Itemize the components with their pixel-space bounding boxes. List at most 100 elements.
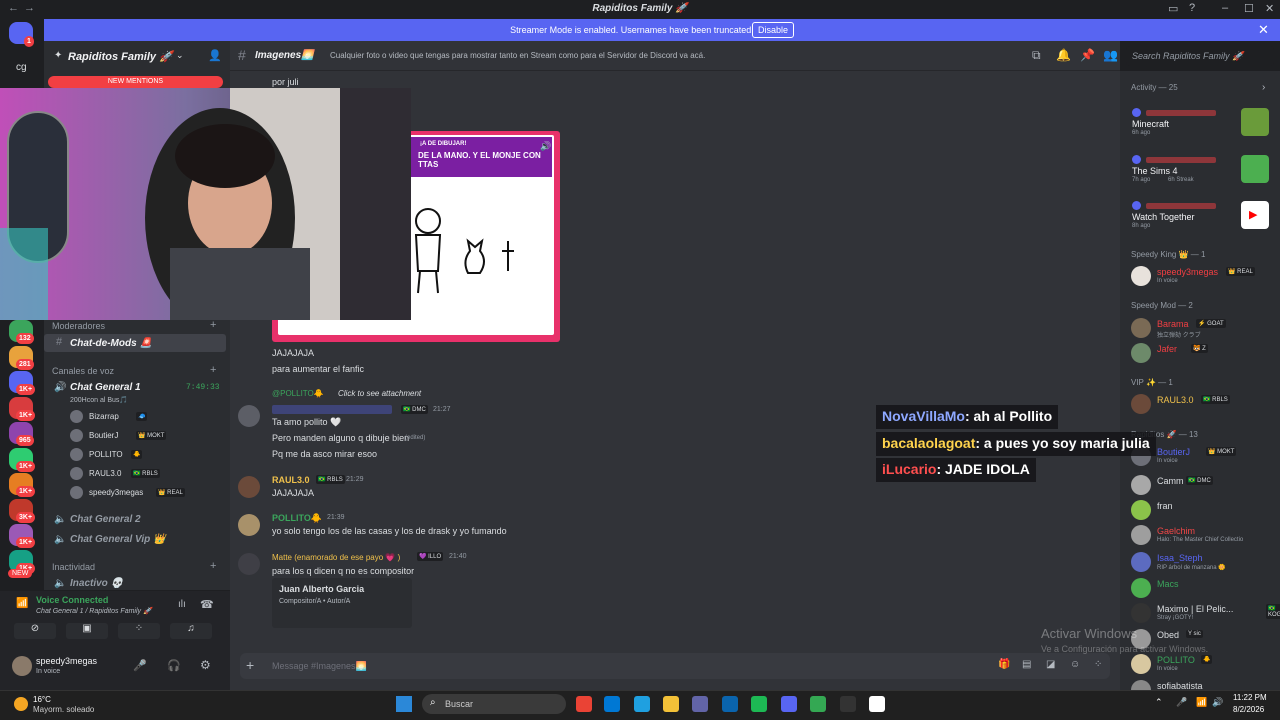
wifi-icon[interactable]: 📶 <box>1196 697 1207 708</box>
clock-time[interactable]: 11:22 PM <box>1233 693 1267 702</box>
truncated-username[interactable] <box>1146 203 1216 209</box>
avatar[interactable] <box>1131 266 1151 286</box>
gif-icon[interactable]: ▤ <box>1022 659 1031 670</box>
member-name[interactable]: Jafer <box>1157 344 1177 354</box>
message-composer[interactable]: + Message #Imagenes🌅 🎁 ▤ ◪ ☺ ⁘ <box>240 653 1110 679</box>
file-explorer-icon[interactable] <box>663 696 679 712</box>
member-name[interactable]: Obed <box>1157 630 1179 640</box>
avatar[interactable] <box>70 467 83 480</box>
camera-off-button[interactable]: ⊘ <box>14 623 56 639</box>
clock-date[interactable]: 8/2/2026 <box>1233 705 1264 714</box>
voice-user-name[interactable]: RAUL3.0 <box>89 469 121 478</box>
members-icon[interactable]: 👥 <box>1103 48 1118 62</box>
store-icon[interactable] <box>604 696 620 712</box>
avatar[interactable] <box>1131 603 1151 623</box>
apps-icon[interactable]: ⁘ <box>1094 659 1102 670</box>
start-windows-icon[interactable] <box>396 696 412 712</box>
chrome-icon[interactable] <box>576 696 592 712</box>
edge-icon[interactable] <box>634 696 650 712</box>
add-voice-channel-icon[interactable]: + <box>210 364 216 376</box>
spotify-icon[interactable] <box>751 696 767 712</box>
avatar[interactable] <box>1131 525 1151 545</box>
channel-topic[interactable]: Cualquier foto o video que tengas para m… <box>330 51 705 60</box>
member-name[interactable]: Gaelchim <box>1157 526 1195 536</box>
reply-text[interactable]: Click to see attachment <box>338 389 421 398</box>
add-attachment-icon[interactable]: + <box>246 657 254 673</box>
activity-title[interactable]: Minecraft <box>1132 119 1169 129</box>
avatar[interactable] <box>1131 552 1151 572</box>
member-name[interactable]: fran <box>1157 501 1173 511</box>
disconnect-icon[interactable]: ☎ <box>200 598 214 611</box>
avatar[interactable] <box>1131 578 1151 598</box>
truncated-username[interactable] <box>272 405 392 414</box>
emoji-icon[interactable]: ☺ <box>1070 659 1080 670</box>
chrome-profile-icon[interactable] <box>810 696 826 712</box>
maximize-icon[interactable]: ☐ <box>1244 2 1254 15</box>
disable-button[interactable]: Disable <box>752 22 794 38</box>
image-attachment[interactable]: Juan Alberto Garcia Compositor/A • Autor… <box>272 578 412 628</box>
add-user-icon[interactable]: 👤 <box>208 49 222 62</box>
voice-user-name[interactable]: Bizarrap <box>89 412 119 421</box>
volume-tray-icon[interactable]: 🔊 <box>1212 697 1223 708</box>
obs-icon[interactable] <box>840 696 856 712</box>
avatar[interactable] <box>1131 475 1151 495</box>
voice-user-name[interactable]: POLLITO <box>89 450 123 459</box>
help-icon[interactable]: ? <box>1189 2 1195 14</box>
avatar[interactable] <box>1132 108 1141 117</box>
member-name[interactable]: Isaa_Steph <box>1157 553 1203 563</box>
threads-icon[interactable]: ⧉ <box>1032 48 1041 63</box>
avatar[interactable] <box>70 410 83 423</box>
pin-icon[interactable]: 📌 <box>1080 48 1095 62</box>
soundboard-button[interactable]: ♫ <box>170 623 212 639</box>
chevron-up-icon[interactable]: ⌃ <box>1155 697 1163 708</box>
avatar[interactable] <box>1131 654 1151 674</box>
volume-icon[interactable]: 🔊 <box>540 141 551 152</box>
avatar[interactable] <box>1131 500 1151 520</box>
settings-gear-icon[interactable]: ⚙ <box>200 658 211 672</box>
chevron-right-icon[interactable]: › <box>1262 82 1265 93</box>
avatar[interactable] <box>1131 318 1151 338</box>
member-name[interactable]: speedy3megas <box>1157 267 1218 277</box>
activities-button[interactable]: ⁘ <box>118 623 160 639</box>
close-banner-icon[interactable]: ✕ <box>1258 22 1269 38</box>
category-moderadores[interactable]: Moderadores <box>52 321 105 331</box>
member-name[interactable]: Barama <box>1157 319 1189 329</box>
add-channel-icon[interactable]: + <box>210 560 216 572</box>
reply-username[interactable]: @POLLITO🐥 <box>272 389 324 398</box>
member-name[interactable]: BoutierJ <box>1157 447 1190 457</box>
avatar[interactable] <box>70 486 83 499</box>
avatar[interactable] <box>1131 343 1151 363</box>
avatar[interactable] <box>238 405 260 427</box>
category-canales-de-voz[interactable]: Canales de voz <box>52 366 114 376</box>
mail-icon[interactable] <box>722 696 738 712</box>
member-name[interactable]: Macs <box>1157 579 1179 589</box>
voice-channel-chat-general-vip[interactable]: Chat General Vip 👑 <box>70 534 165 545</box>
minimize-icon[interactable]: – <box>1222 2 1228 14</box>
gift-icon[interactable]: 🎁 <box>998 659 1010 670</box>
truncated-username[interactable] <box>1146 157 1216 163</box>
activity-thumbnail[interactable] <box>1241 108 1269 136</box>
truncated-username[interactable] <box>1146 110 1216 116</box>
noise-suppression-icon[interactable]: ılı <box>178 599 186 610</box>
avatar[interactable] <box>238 514 260 536</box>
activity-thumbnail[interactable] <box>1241 155 1269 183</box>
close-window-icon[interactable]: ✕ <box>1265 2 1274 15</box>
headphones-icon[interactable]: 🎧 <box>167 659 181 672</box>
microphone-tray-icon[interactable]: 🎤 <box>1176 697 1187 708</box>
sticker-icon[interactable]: ◪ <box>1046 659 1055 670</box>
teams-icon[interactable] <box>692 696 708 712</box>
weather-icon[interactable] <box>14 697 28 711</box>
notification-bell-icon[interactable]: 🔔 <box>1056 48 1071 62</box>
voice-channel-inactivo[interactable]: Inactivo 💀 <box>70 578 123 589</box>
add-channel-icon[interactable]: + <box>210 319 216 331</box>
avatar[interactable] <box>1131 394 1151 414</box>
avatar[interactable] <box>1132 201 1141 210</box>
new-mentions-pill[interactable]: NEW MENTIONS <box>48 76 223 88</box>
avatar[interactable] <box>70 429 83 442</box>
discord-icon[interactable] <box>781 696 797 712</box>
category-inactividad[interactable]: Inactividad <box>52 562 95 572</box>
voice-connected-label[interactable]: Voice Connected <box>36 595 108 605</box>
voice-channel-chat-general-1[interactable]: Chat General 1 <box>70 382 141 393</box>
member-name[interactable]: Maximo | El Pelic... <box>1157 604 1233 614</box>
member-name[interactable]: POLLITO <box>1157 655 1195 665</box>
